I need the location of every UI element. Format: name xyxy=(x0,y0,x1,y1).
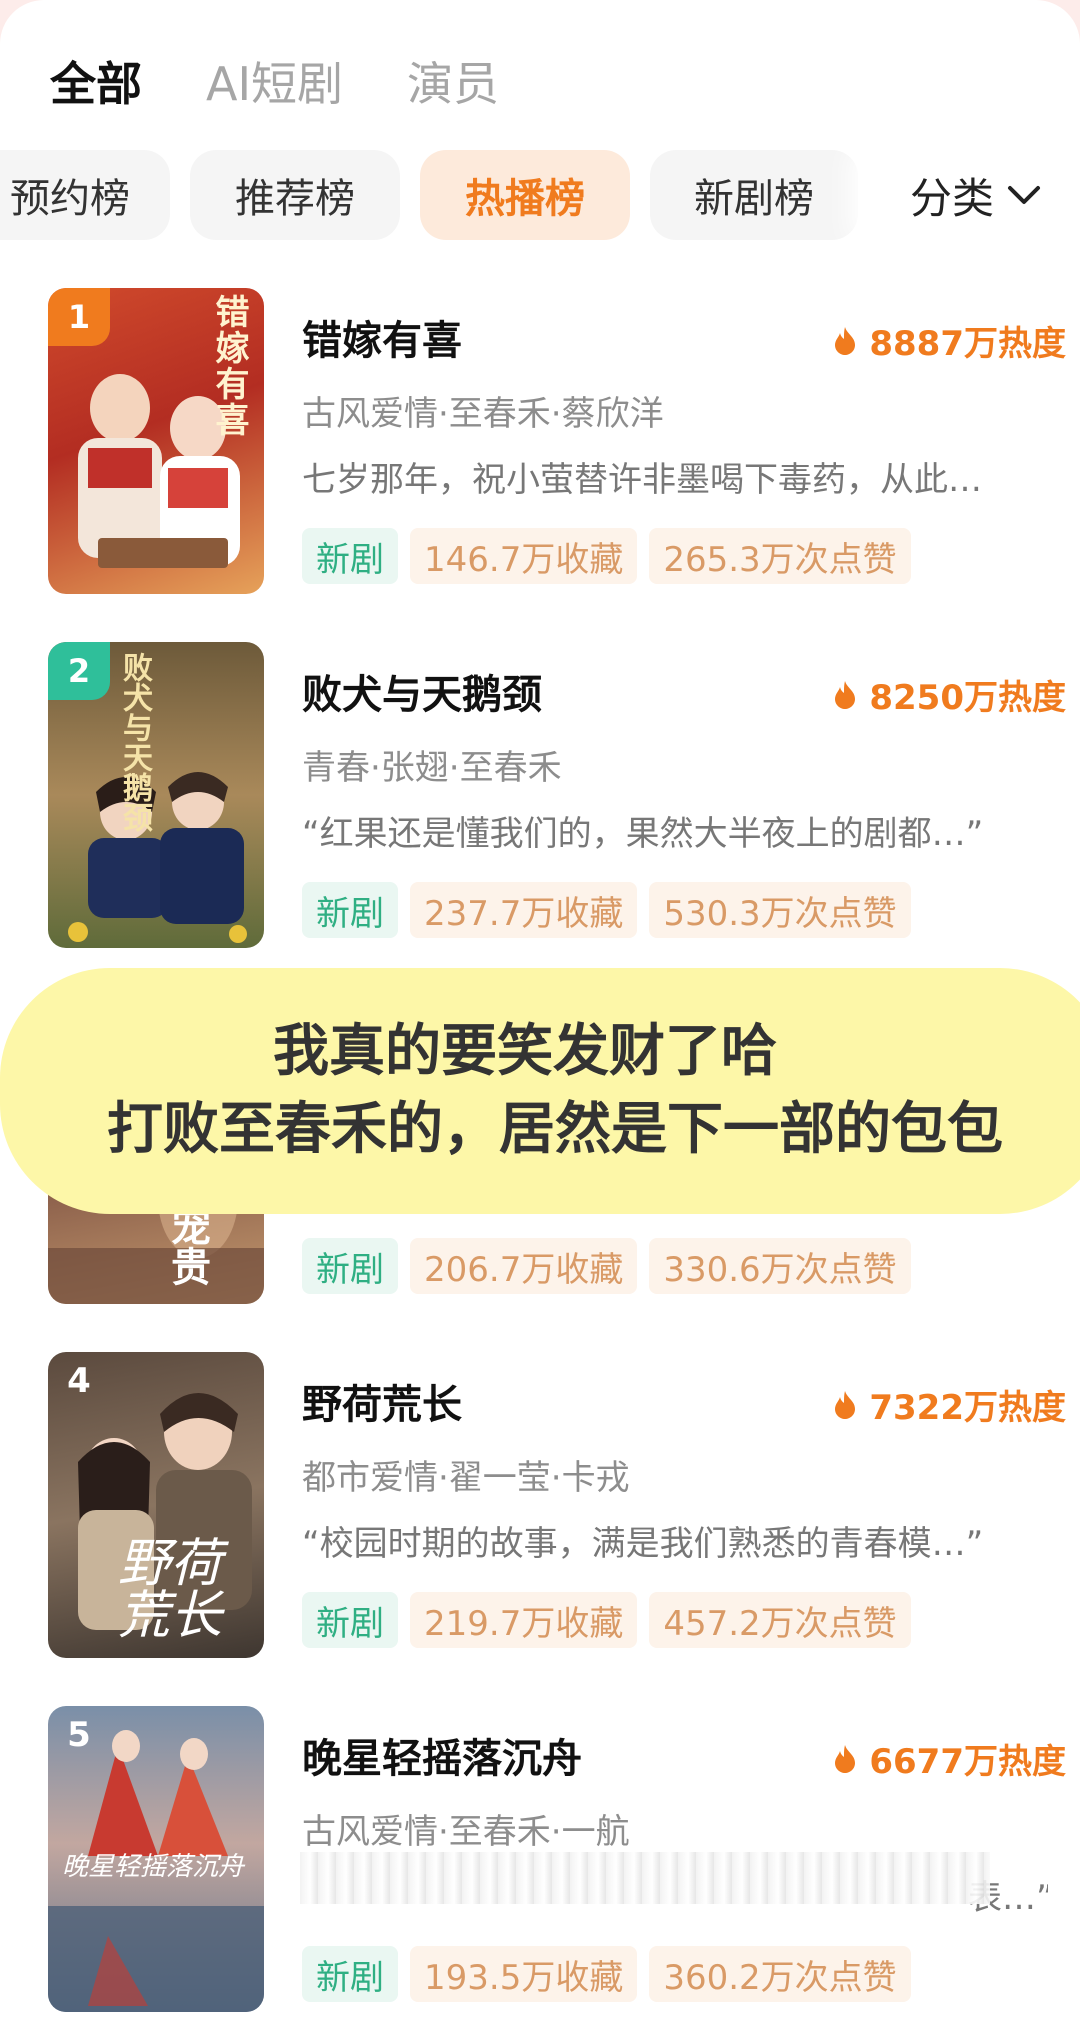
drama-title[interactable]: 错嫁有喜 xyxy=(302,308,462,366)
caption-line-2: 打败至春禾的，居然是下一部的包包 xyxy=(107,1097,1003,1162)
drama-description: “红果还是懂我们的，果然大半夜上的剧都…” xyxy=(302,814,984,854)
caption-line-1: 我真的要笑发财了哈 xyxy=(273,1019,777,1084)
drama-title[interactable]: 败犬与天鹅颈 xyxy=(302,662,542,720)
flame-icon xyxy=(835,326,856,355)
tag-row: 新剧 219.7万收藏 457.2万次点赞 xyxy=(302,1592,923,1648)
new-drama-tag: 新剧 xyxy=(302,1946,398,2002)
collect-count-tag: 146.7万收藏 xyxy=(410,528,638,584)
drama-cover[interactable]: 野荷荒长 4 xyxy=(48,1352,264,1658)
like-count-tag: 530.3万次点赞 xyxy=(649,882,911,938)
heat-score: 7322万热度 xyxy=(833,1380,1066,1429)
like-count-tag: 265.3万次点赞 xyxy=(649,528,911,584)
drama-description: “校园时期的故事，满是我们熟悉的青春模…” xyxy=(302,1524,984,1564)
collect-count-tag: 237.7万收藏 xyxy=(410,882,638,938)
ranking-page: 全部 AI短剧 演员 预约榜 推荐榜 热播榜 新剧榜 分类 错嫁有喜 1 错嫁有… xyxy=(0,0,1080,2018)
heat-value: 7322万热度 xyxy=(869,1388,1066,1428)
chip-hot-rank[interactable]: 热播榜 xyxy=(420,150,630,240)
like-count-tag: 457.2万次点赞 xyxy=(649,1592,911,1648)
heat-value: 6677万热度 xyxy=(869,1742,1066,1782)
drama-description: 七岁那年，祝小萤替许非墨喝下毒药，从此… xyxy=(302,460,982,500)
list-item[interactable]: 野荷荒长 4 野荷荒长 7322万热度 都市爱情·翟一莹·卡戎 “校园时期的故事… xyxy=(48,1352,1066,1662)
cover-title-text: 败犬与天鹅颈 xyxy=(117,652,152,832)
like-count-tag: 330.6万次点赞 xyxy=(649,1238,911,1294)
cover-title-text: 野荷荒长 xyxy=(118,1534,223,1646)
rank-badge: 5 xyxy=(67,1715,91,1755)
flame-icon xyxy=(835,1390,856,1419)
tag-row: 新剧 146.7万收藏 265.3万次点赞 xyxy=(302,528,923,584)
collect-count-tag: 193.5万收藏 xyxy=(410,1946,638,2002)
like-count-tag: 360.2万次点赞 xyxy=(649,1946,911,2002)
ranking-chip-bar: 预约榜 推荐榜 热播榜 新剧榜 xyxy=(0,150,878,240)
tag-row: 新剧 193.5万收藏 360.2万次点赞 xyxy=(302,1946,923,2002)
cover-title-text: 错嫁有喜 xyxy=(209,294,249,438)
new-drama-tag: 新剧 xyxy=(302,882,398,938)
heat-score: 8887万热度 xyxy=(833,316,1066,365)
drama-cover[interactable]: 晚星轻摇落沉舟 5 xyxy=(48,1706,264,2012)
collect-count-tag: 206.7万收藏 xyxy=(410,1238,638,1294)
heat-score: 8250万热度 xyxy=(833,670,1066,719)
cover-title-text: 晚星轻摇落沉舟 xyxy=(62,1852,245,1882)
list-item[interactable]: 错嫁有喜 1 错嫁有喜 8887万热度 古风爱情·至春禾·蔡欣洋 七岁那年，祝小… xyxy=(48,288,1066,598)
drama-cover[interactable]: 败犬与天鹅颈 2 xyxy=(48,642,264,948)
rank-badge: 1 xyxy=(48,288,110,346)
tag-row: 新剧 206.7万收藏 330.6万次点赞 xyxy=(302,1238,923,1294)
blurred-description-mask xyxy=(300,1852,990,1904)
list-item[interactable]: 败犬与天鹅颈 2 败犬与天鹅颈 8250万热度 青春·张翅·至春禾 “红果还是懂… xyxy=(48,642,1066,952)
drama-meta: 青春·张翅·至春禾 xyxy=(302,748,562,788)
heat-score: 6677万热度 xyxy=(833,1734,1066,1783)
tab-ai-drama[interactable]: AI短剧 xyxy=(206,48,343,114)
new-drama-tag: 新剧 xyxy=(302,1238,398,1294)
heat-value: 8887万热度 xyxy=(869,324,1066,364)
chip-reservation-rank[interactable]: 预约榜 xyxy=(0,150,170,240)
drama-cover[interactable]: 错嫁有喜 1 xyxy=(48,288,264,594)
rank-badge: 2 xyxy=(48,642,110,700)
tab-all[interactable]: 全部 xyxy=(50,48,142,114)
chip-recommend-rank[interactable]: 推荐榜 xyxy=(190,150,400,240)
rank-badge: 4 xyxy=(67,1361,91,1401)
drama-meta: 古风爱情·至春禾·蔡欣洋 xyxy=(302,394,664,434)
top-tab-bar: 全部 AI短剧 演员 xyxy=(50,48,563,114)
caption-overlay: 我真的要笑发财了哈 打败至春禾的，居然是下一部的包包 xyxy=(0,968,1080,1214)
chip-new-rank[interactable]: 新剧榜 xyxy=(650,150,858,240)
heat-value: 8250万热度 xyxy=(869,678,1066,718)
flame-icon xyxy=(835,680,856,709)
drama-title[interactable]: 晚星轻摇落沉舟 xyxy=(302,1726,582,1784)
tag-row: 新剧 237.7万收藏 530.3万次点赞 xyxy=(302,882,923,938)
chevron-down-icon xyxy=(1008,186,1040,204)
category-label: 分类 xyxy=(909,173,994,223)
collect-count-tag: 219.7万收藏 xyxy=(410,1592,638,1648)
drama-title[interactable]: 野荷荒长 xyxy=(302,1372,462,1430)
drama-meta: 都市爱情·翟一莹·卡戎 xyxy=(302,1458,630,1498)
drama-meta: 古风爱情·至春禾·一航 xyxy=(302,1812,630,1852)
tab-actors[interactable]: 演员 xyxy=(407,48,499,114)
category-dropdown[interactable]: 分类 xyxy=(872,150,1080,240)
new-drama-tag: 新剧 xyxy=(302,528,398,584)
cover-title-text: 宠贵 xyxy=(164,1206,211,1286)
new-drama-tag: 新剧 xyxy=(302,1592,398,1648)
flame-icon xyxy=(835,1744,856,1773)
